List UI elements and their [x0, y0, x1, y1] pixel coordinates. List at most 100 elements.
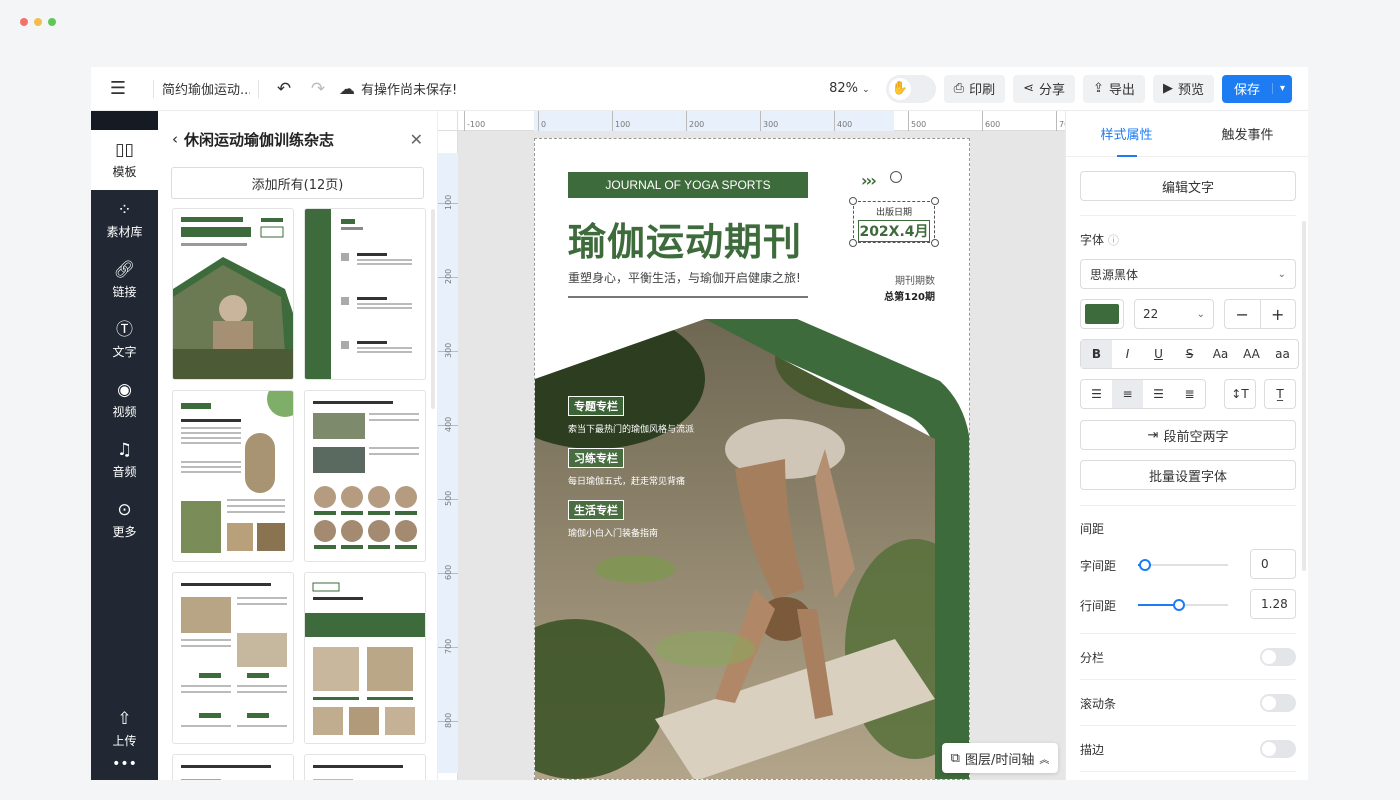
document-title[interactable]: 简约瑜伽运动... [162, 79, 250, 98]
props-scrollbar[interactable] [1302, 221, 1306, 571]
ruler-tick-label: 500 [444, 490, 453, 506]
back-chevron-icon[interactable]: ‹ [172, 130, 178, 148]
section-topic[interactable]: 专题专栏 索当下最热门的瑜伽风格与流派 [568, 395, 694, 435]
issue-label[interactable]: 期刊期数 [895, 272, 935, 287]
decrease-font-button[interactable]: − [1225, 300, 1260, 328]
underline-button[interactable]: U [1143, 340, 1174, 368]
vertical-text-icon[interactable]: ↕T [1224, 379, 1256, 409]
save-dropdown-icon[interactable]: ▾ [1271, 83, 1292, 94]
scrollbar-switch[interactable] [1260, 694, 1296, 712]
slider-knob[interactable] [1172, 599, 1185, 611]
template-thumb-5[interactable] [172, 572, 294, 744]
more-dots-icon[interactable]: ••• [91, 756, 158, 780]
stroke-switch[interactable] [1260, 740, 1296, 758]
redo-icon[interactable]: ↷ [301, 79, 335, 99]
play-icon: ▶ [1162, 81, 1173, 96]
info-icon[interactable]: ⓘ [1108, 234, 1119, 247]
letter-spacing-slider[interactable] [1138, 559, 1228, 571]
template-thumb-6[interactable] [304, 572, 426, 744]
foliage [595, 555, 675, 583]
page-title[interactable]: 瑜伽运动期刊 [568, 211, 802, 266]
strikethrough-button[interactable]: S [1174, 340, 1205, 368]
align-right-icon[interactable]: ☰ [1143, 380, 1174, 408]
section-life[interactable]: 生活专栏 瑜伽小白入门装备指南 [568, 499, 658, 539]
add-all-button[interactable]: 添加所有(12页) [171, 167, 424, 199]
line-spacing-input[interactable]: 1.28 [1250, 589, 1296, 619]
save-button[interactable]: 保存 ▾ [1221, 74, 1292, 103]
rail-item-template[interactable]: ▯▯ 模板 [91, 130, 158, 190]
preview-button[interactable]: ▶ 预览 [1152, 74, 1214, 103]
resize-handle[interactable] [931, 239, 939, 247]
slider-knob[interactable] [1139, 559, 1152, 571]
cover-photo[interactable]: 专题专栏 索当下最热门的瑜伽风格与流派 习练专栏 每日瑜伽五式，赶走常见背痛 生… [535, 279, 969, 779]
template-thumb-3[interactable] [172, 390, 294, 562]
hand-tool-toggle[interactable]: ✋ [885, 74, 936, 103]
indent-button[interactable]: ⇥ 段前空两字 [1080, 420, 1296, 450]
hamburger-menu-icon[interactable]: ☰ [91, 78, 145, 99]
rotate-handle[interactable] [890, 171, 902, 183]
share-button[interactable]: ⋖ 分享 [1013, 74, 1076, 103]
resize-handle[interactable] [931, 197, 939, 205]
batch-font-button[interactable]: 批量设置字体 [1080, 460, 1296, 490]
letter-spacing-input[interactable]: 0 [1250, 549, 1296, 579]
maximize-dot[interactable] [48, 18, 56, 26]
template-thumb-2[interactable] [304, 208, 426, 380]
magazine-page[interactable]: JOURNAL OF YOGA SPORTS 瑜伽运动期刊 重塑身心，平衡生活，… [534, 138, 970, 780]
font-size-select[interactable]: 22 ⌄ [1134, 299, 1214, 329]
align-left-icon[interactable]: ☰ [1081, 380, 1112, 408]
rail-item-audio[interactable]: ♫ 音频 [91, 430, 158, 490]
zoom-select[interactable]: 82% ⌄ [829, 81, 870, 96]
align-center-icon[interactable]: ≡ [1112, 380, 1143, 408]
resize-handle[interactable] [849, 197, 857, 205]
bold-button[interactable]: B [1081, 340, 1112, 368]
close-icon[interactable]: ✕ [410, 130, 423, 149]
line-spacing-slider[interactable] [1138, 599, 1228, 611]
rail-item-upload[interactable]: ⇧ 上传 [91, 702, 158, 756]
resize-handle[interactable] [849, 239, 857, 247]
undo-icon[interactable]: ↶ [267, 79, 301, 99]
tab-style[interactable]: 样式属性 [1066, 111, 1187, 157]
switch-knob [1262, 742, 1276, 756]
section-practice[interactable]: 习练专栏 每日瑜伽五式，赶走常见背痛 [568, 447, 685, 487]
align-justify-icon[interactable]: ≣ [1174, 380, 1205, 408]
template-thumb-7[interactable] [172, 754, 294, 780]
print-button[interactable]: ⎙ 印刷 [943, 74, 1006, 103]
tab-events[interactable]: 触发事件 [1187, 111, 1308, 156]
font-color-swatch[interactable] [1080, 299, 1124, 329]
layers-timeline-button[interactable]: ⧉ 图层/时间轴 ︽ [942, 743, 1058, 773]
canvas-area[interactable]: -100 0 100 200 300 400 500 600 700 100 2… [438, 111, 1065, 780]
increase-font-button[interactable]: + [1259, 300, 1296, 328]
journal-badge[interactable]: JOURNAL OF YOGA SPORTS [568, 172, 808, 198]
rail-item-more[interactable]: ⊙ 更多 [91, 490, 158, 550]
uppercase-button[interactable]: AA [1236, 340, 1267, 368]
minimize-dot[interactable] [34, 18, 42, 26]
italic-button[interactable]: I [1112, 340, 1143, 368]
columns-switch[interactable] [1260, 648, 1296, 666]
page-subtitle[interactable]: 重塑身心，平衡生活，与瑜伽开启健康之旅! [568, 269, 801, 286]
capitalize-button[interactable]: Aa [1205, 340, 1236, 368]
font-family-select[interactable]: 思源黑体 ⌄ [1080, 259, 1296, 289]
rail-item-text[interactable]: Ⓣ 文字 [91, 310, 158, 370]
rail-item-video[interactable]: ◉ 视频 [91, 370, 158, 430]
triple-chevron-icon: ››› [861, 171, 877, 190]
text-baseline-icon[interactable]: T̲ [1264, 379, 1296, 409]
ruler-tick: 200 [438, 269, 458, 284]
template-thumb-8[interactable] [304, 754, 426, 780]
lowercase-button[interactable]: aa [1267, 340, 1298, 368]
export-button[interactable]: ⇪ 导出 [1083, 74, 1145, 103]
issue-value[interactable]: 总第120期 [884, 288, 935, 303]
edit-text-button[interactable]: 编辑文字 [1080, 171, 1296, 201]
divider [153, 79, 154, 98]
template-thumb-4[interactable] [304, 390, 426, 562]
properties-panel: 样式属性 触发事件 编辑文字 字体 ⓘ 思源黑体 ⌄ 22 ⌄ − + B I … [1065, 111, 1308, 780]
template-thumb-1[interactable] [172, 208, 294, 380]
section-desc: 瑜伽小白入门装备指南 [568, 529, 659, 539]
rail-item-assets[interactable]: ⁘ 素材库 [91, 190, 158, 250]
panel-scrollbar[interactable] [431, 209, 435, 409]
template-icon: ▯▯ [115, 139, 134, 160]
section-desc: 索当下最热门的瑜伽风格与流派 [568, 425, 695, 435]
date-box[interactable]: 出版日期 202X.4月 [853, 201, 935, 243]
close-dot[interactable] [20, 18, 28, 26]
rail-item-link[interactable]: 🔗︎ 链接 [91, 250, 158, 310]
ruler-highlight [438, 153, 458, 773]
